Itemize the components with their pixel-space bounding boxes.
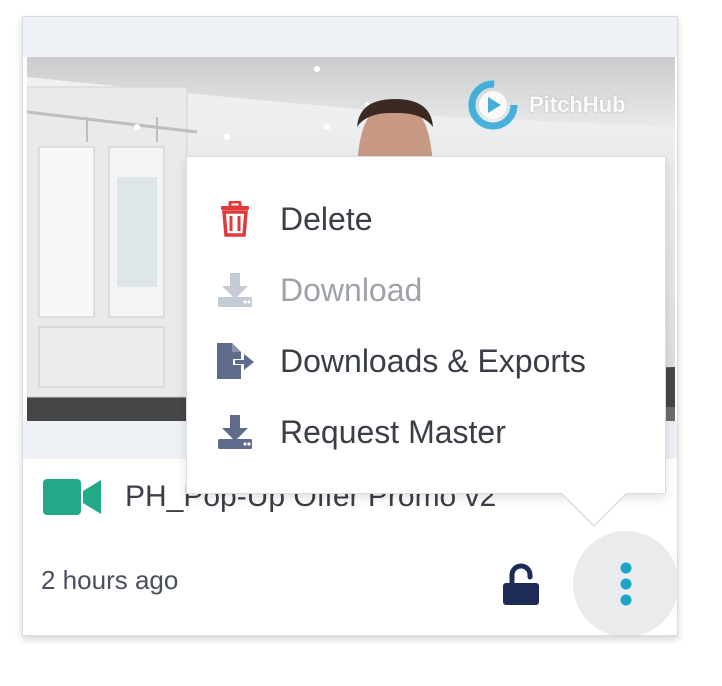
menu-item-label: Delete: [280, 200, 373, 237]
menu-item-download[interactable]: Download: [187, 255, 665, 325]
lock-toggle-button[interactable]: [499, 563, 543, 607]
menu-item-label: Downloads & Exports: [280, 342, 586, 379]
card-timestamp: 2 hours ago: [41, 565, 179, 595]
menu-item-downloads-exports[interactable]: Downloads & Exports: [187, 326, 665, 396]
video-camera-icon: [43, 479, 101, 515]
unlocked-padlock-icon: [503, 563, 539, 605]
pitchhub-logo: PitchHub: [467, 79, 626, 131]
menu-item-request-master[interactable]: Request Master: [187, 397, 665, 467]
vertical-ellipsis-icon: [620, 562, 632, 606]
menu-item-label: Request Master: [280, 413, 506, 450]
more-options-button[interactable]: [573, 531, 677, 635]
pitchhub-logo-icon: [468, 80, 518, 130]
file-export-icon: [215, 341, 255, 381]
card-header-band: [23, 17, 677, 57]
pitchhub-logo-text: PitchHub: [529, 92, 626, 117]
context-menu: Delete Download Downloads & Exports Requ…: [186, 156, 666, 494]
trash-icon: [215, 199, 255, 239]
download-icon: [215, 270, 255, 310]
menu-item-delete[interactable]: Delete: [187, 184, 665, 254]
menu-item-label: Download: [280, 271, 423, 308]
download-icon: [215, 412, 255, 452]
